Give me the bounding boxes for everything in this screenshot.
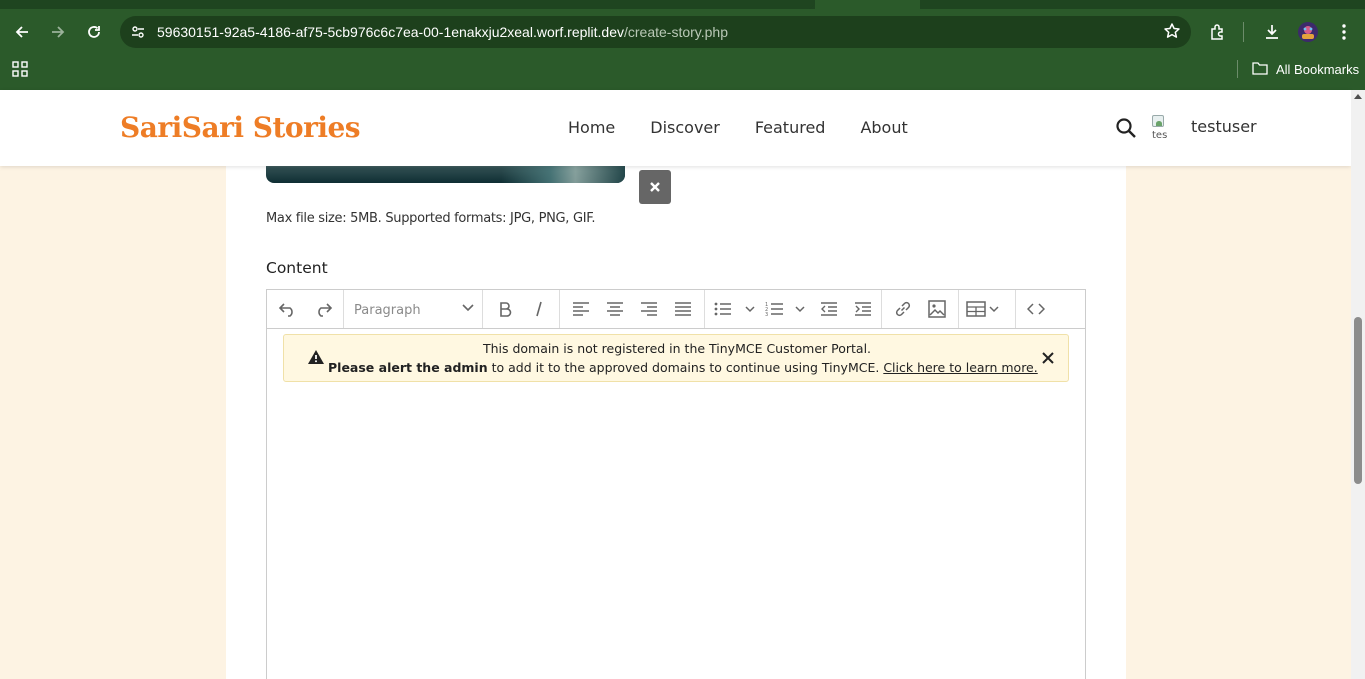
avatar-alt-text: tes [1152,130,1168,141]
link-icon[interactable] [889,296,917,322]
url-text[interactable]: 59630151-92a5-4186-af75-5cb976c6c7ea-00-… [157,24,728,40]
scrollbar-thumb[interactable] [1354,317,1362,484]
nav-about[interactable]: About [860,118,907,137]
all-bookmarks-button[interactable]: All Bookmarks [1252,61,1359,78]
site-header: SariSari Stories Home Discover Featured … [0,90,1351,166]
insert-group [882,290,959,328]
page-scrollbar[interactable] [1351,90,1365,679]
redo-icon[interactable] [309,296,337,322]
block-format-select[interactable]: Paragraph [354,299,474,321]
tab-inactive[interactable] [0,0,815,9]
align-justify-icon[interactable] [669,296,697,322]
nav-discover[interactable]: Discover [650,118,720,137]
align-center-icon[interactable] [601,296,629,322]
bold-icon[interactable] [491,296,519,322]
numbered-list-button[interactable]: 123 [765,296,813,322]
profile-avatar-icon[interactable] [1293,14,1323,50]
site-logo[interactable]: SariSari Stories [120,111,361,144]
chevron-down-icon [462,304,474,312]
scroll-up-arrow-icon[interactable] [1354,94,1362,99]
notice-line-1: This domain is not registered in the Tin… [482,341,872,356]
bullet-list-button[interactable] [713,296,761,322]
main-nav: Home Discover Featured About [568,118,943,137]
svg-text:3: 3 [765,312,768,317]
reload-icon[interactable] [79,14,109,50]
chrome-menu-icon[interactable] [1329,14,1359,50]
download-icon[interactable] [1257,14,1287,50]
address-bar[interactable]: 59630151-92a5-4186-af75-5cb976c6c7ea-00-… [120,16,1191,48]
notice-close-icon[interactable] [1042,349,1054,368]
list-group: 123 [705,290,882,328]
back-icon[interactable] [7,14,37,50]
bookmarks-bar: All Bookmarks [0,56,1365,82]
align-left-icon[interactable] [567,296,595,322]
source-code-icon[interactable] [1022,296,1050,322]
tab-active[interactable] [815,0,920,9]
outdent-icon[interactable] [815,296,843,322]
browser-chrome: 59630151-92a5-4186-af75-5cb976c6c7ea-00-… [0,0,1365,90]
notice-line-2: Please alert the admin to add it to the … [328,360,1038,375]
search-icon[interactable] [1115,117,1137,143]
formatting-group [483,290,560,328]
file-help-text: Max file size: 5MB. Supported formats: J… [266,211,596,226]
notice-bold-text: Please alert the admin [328,360,488,375]
nav-home[interactable]: Home [568,118,615,137]
story-form-card: Max file size: 5MB. Supported formats: J… [226,90,1126,679]
alignment-group [560,290,705,328]
history-group [267,290,344,328]
username[interactable]: testuser [1191,117,1257,136]
navigation-row: 59630151-92a5-4186-af75-5cb976c6c7ea-00-… [0,14,1365,50]
all-bookmarks-label: All Bookmarks [1276,62,1360,77]
image-icon[interactable] [923,296,951,322]
tinymce-domain-notice: This domain is not registered in the Tin… [283,334,1069,382]
notice-rest-text: to add it to the approved domains to con… [487,360,884,375]
forward-icon[interactable] [43,14,73,50]
page-viewport: Max file size: 5MB. Supported formats: J… [0,90,1351,679]
nav-featured[interactable]: Featured [755,118,826,137]
block-format-group: Paragraph [344,290,483,328]
toolbar-divider [1243,22,1244,42]
editor-toolbar: Paragraph 1 2 3 [267,290,1085,329]
italic-icon[interactable] [525,296,553,322]
close-icon [650,182,660,192]
bookmarks-divider [1237,60,1238,78]
code-group [1016,290,1056,328]
bookmark-star-icon[interactable] [1163,22,1181,44]
tab-strip [0,0,1365,9]
remove-image-button[interactable] [639,170,671,204]
indent-icon[interactable] [849,296,877,322]
broken-image-icon [1152,115,1164,127]
table-group [959,290,1016,328]
avatar[interactable]: tes [1150,113,1180,143]
undo-icon[interactable] [274,296,302,322]
table-button[interactable] [965,296,1007,322]
align-right-icon[interactable] [635,296,663,322]
folder-icon [1252,61,1268,78]
extensions-icon[interactable] [1203,14,1233,50]
block-format-value: Paragraph [354,302,421,318]
rich-text-editor[interactable]: Paragraph 1 2 3 This domain is not regis… [266,289,1086,679]
content-label: Content [266,259,328,277]
site-info-icon[interactable] [126,20,150,44]
learn-more-link[interactable]: Click here to learn more. [883,360,1037,375]
url-host: 59630151-92a5-4186-af75-5cb976c6c7ea-00-… [157,24,624,40]
apps-grid-icon[interactable] [12,61,28,81]
url-path: /create-story.php [624,24,729,40]
